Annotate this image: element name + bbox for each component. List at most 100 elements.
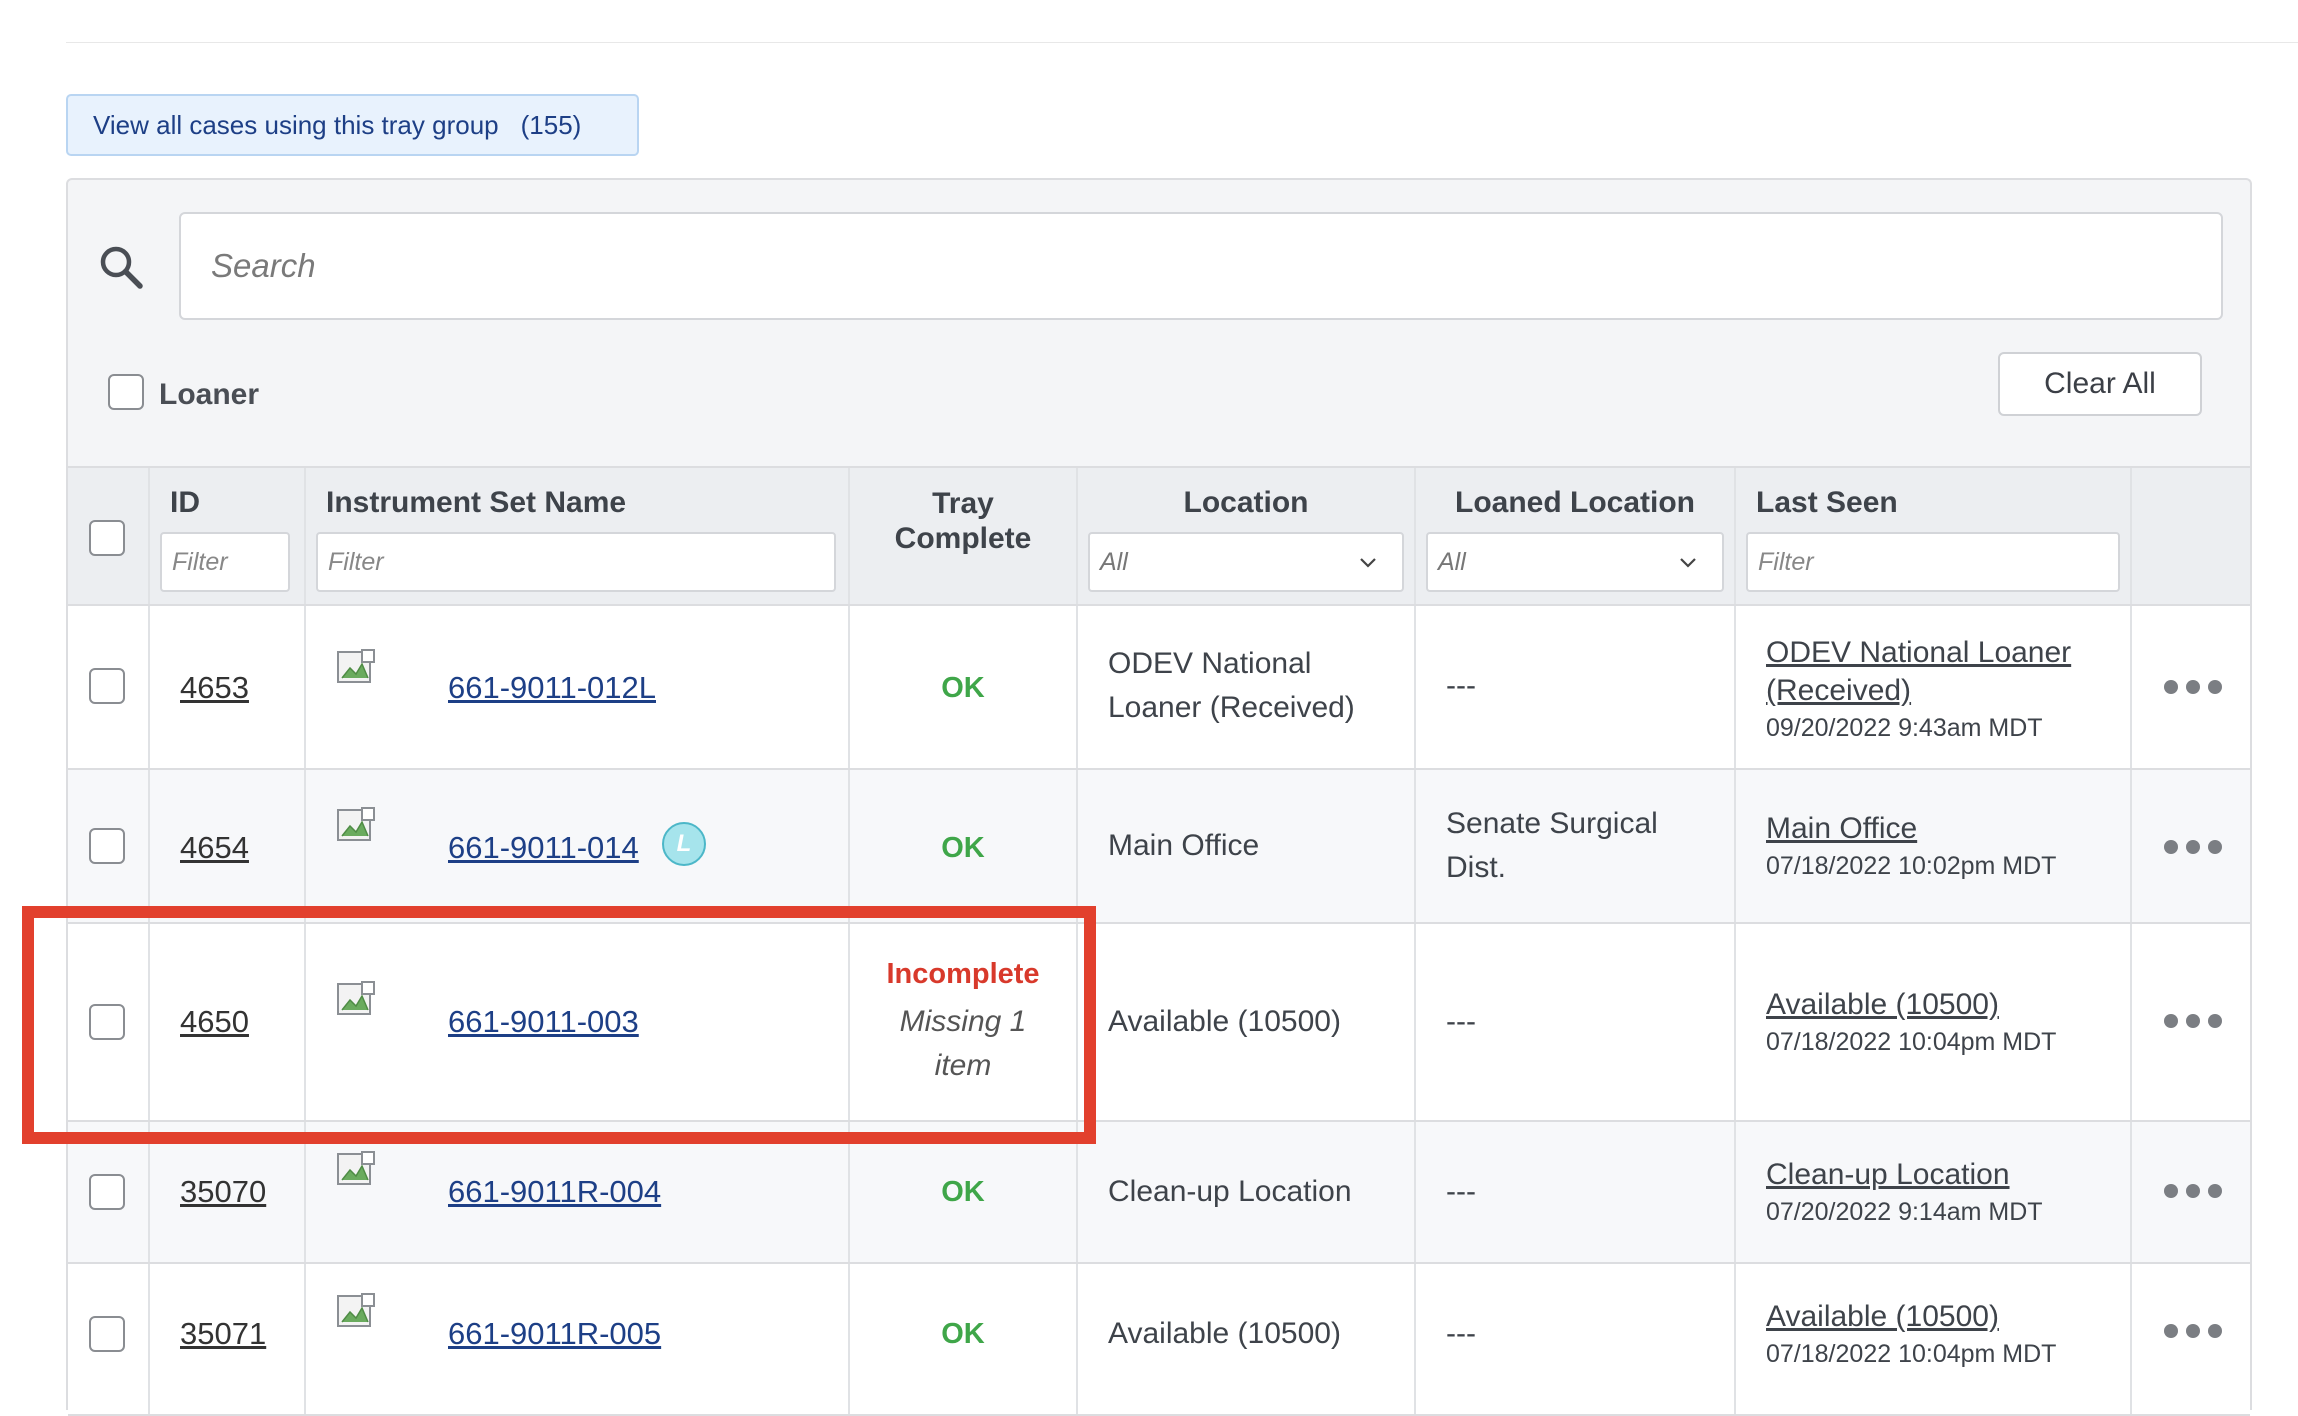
table-row[interactable]: 4653 661-9011-012L OK ODEV National Loan… (68, 606, 2250, 770)
location-text: Available (10500) (1108, 1005, 1341, 1038)
select-all-checkbox[interactable] (89, 520, 125, 556)
loaned-location-text: --- (1446, 1317, 1476, 1350)
table-row[interactable]: 35071 661-9011R-005 OK Available (10500)… (68, 1264, 2250, 1416)
last-seen-filter-input[interactable] (1746, 532, 2120, 592)
location-text: Clean-up Location (1108, 1175, 1352, 1208)
row-checkbox[interactable] (89, 668, 125, 704)
column-header-tray-complete[interactable]: Tray Complete (850, 486, 1076, 556)
row-id-link[interactable]: 4654 (180, 830, 249, 866)
search-input[interactable] (179, 212, 2223, 320)
instrument-set-link[interactable]: 661-9011R-005 (448, 1316, 661, 1352)
top-divider (66, 42, 2298, 43)
loaner-badge: L (662, 822, 706, 866)
header-name: Instrument Set Name (306, 468, 850, 604)
more-horizontal-icon[interactable] (2164, 680, 2222, 694)
row-checkbox[interactable] (89, 1174, 125, 1210)
instrument-set-link[interactable]: 661-9011-003 (448, 1004, 639, 1040)
last-seen-line: Main Office (1766, 812, 1918, 845)
tray-missing-line: Missing 1 (899, 1005, 1027, 1038)
row-checkbox[interactable] (89, 1004, 125, 1040)
column-header-tray-line2: Complete (894, 522, 1032, 555)
last-seen-location-link[interactable]: Main Office (1766, 810, 1917, 848)
column-header-last-seen[interactable]: Last Seen (1756, 486, 1898, 520)
column-header-loaned-location[interactable]: Loaned Location (1416, 486, 1734, 520)
instrument-set-table-panel: Loaner Clear All ID Instrument Set Name … (66, 178, 2252, 1416)
more-horizontal-icon[interactable] (2164, 840, 2222, 854)
loaner-checkbox-label: Loaner (159, 378, 260, 411)
last-seen-line: Clean-up Location (1766, 1158, 2010, 1191)
broken-image-icon (337, 981, 375, 1015)
id-filter-input[interactable] (160, 532, 290, 592)
loaned-location-line: Senate Surgical (1446, 807, 1658, 840)
instrument-set-link[interactable]: 661-9011R-004 (448, 1174, 661, 1210)
more-horizontal-icon[interactable] (2164, 1184, 2222, 1198)
location-text: ODEV National Loaner (Received) (1108, 642, 1355, 730)
location-line: Loaner (Received) (1108, 691, 1355, 724)
table-header: ID Instrument Set Name Tray Complete Loc… (68, 468, 2250, 606)
last-seen-line: (Received) (1766, 674, 1912, 707)
column-header-id[interactable]: ID (170, 486, 200, 520)
table-row[interactable]: 35070 661-9011R-004 OK Clean-up Location… (68, 1122, 2250, 1264)
tray-missing-note: Missing 1 item (850, 1000, 1076, 1088)
loaned-location-text: --- (1446, 1175, 1476, 1208)
name-filter-input[interactable] (316, 532, 836, 592)
loaned-location-filter-value: All (1438, 547, 1466, 576)
row-checkbox[interactable] (89, 1316, 125, 1352)
table-row[interactable]: 4654 661-9011-014 L OK Main Office Senat… (68, 770, 2250, 924)
last-seen-location-link[interactable]: ODEV National Loaner (Received) (1766, 634, 2071, 710)
instrument-set-table: ID Instrument Set Name Tray Complete Loc… (68, 466, 2250, 1416)
instrument-set-link[interactable]: 661-9011-014 (448, 830, 639, 866)
location-line: ODEV National (1108, 647, 1312, 680)
last-seen-location-link[interactable]: Clean-up Location (1766, 1156, 2010, 1194)
header-tray-complete: Tray Complete (850, 468, 1078, 604)
header-last-seen: Last Seen (1736, 468, 2132, 604)
chevron-down-icon (1680, 558, 1696, 568)
broken-image-icon (337, 1293, 375, 1327)
location-text: Main Office (1108, 829, 1260, 862)
row-id-link[interactable]: 35070 (180, 1174, 266, 1210)
row-checkbox[interactable] (89, 828, 125, 864)
view-all-cases-button[interactable]: View all cases using this tray group (15… (66, 94, 639, 156)
tray-status: OK (941, 1176, 985, 1208)
location-text: Available (10500) (1108, 1317, 1341, 1350)
loaned-location-text: --- (1446, 1005, 1476, 1038)
location-filter-select[interactable]: All (1088, 532, 1404, 592)
loaned-location-text: Senate Surgical Dist. (1446, 802, 1658, 890)
column-header-tray-line1: Tray (932, 487, 994, 520)
clear-all-button[interactable]: Clear All (1998, 352, 2202, 416)
last-seen-time: 07/18/2022 10:04pm MDT (1766, 1340, 2057, 1368)
tray-status: OK (941, 672, 985, 704)
loaned-location-line: Dist. (1446, 851, 1506, 884)
row-id-link[interactable]: 35071 (180, 1316, 266, 1352)
last-seen-location-link[interactable]: Available (10500) (1766, 986, 1999, 1024)
loaned-location-filter-select[interactable]: All (1426, 532, 1724, 592)
loaner-checkbox[interactable] (108, 374, 144, 410)
more-horizontal-icon[interactable] (2164, 1014, 2222, 1028)
tray-status: OK (941, 1318, 985, 1350)
view-all-cases-label: View all cases using this tray group (93, 109, 499, 140)
broken-image-icon (337, 807, 375, 841)
search-icon (100, 246, 143, 289)
more-horizontal-icon[interactable] (2164, 1324, 2222, 1338)
last-seen-location-link[interactable]: Available (10500) (1766, 1298, 1999, 1336)
tray-status: OK (941, 832, 985, 864)
last-seen-time: 07/18/2022 10:02pm MDT (1766, 852, 2057, 880)
tray-status: Incomplete (886, 958, 1040, 990)
last-seen-time: 07/18/2022 10:04pm MDT (1766, 1028, 2057, 1056)
instrument-set-link[interactable]: 661-9011-012L (448, 670, 656, 706)
last-seen-time: 07/20/2022 9:14am MDT (1766, 1198, 2043, 1226)
header-loaned-location: Loaned Location All (1416, 468, 1736, 604)
chevron-down-icon (1360, 558, 1376, 568)
column-header-instrument-set-name[interactable]: Instrument Set Name (326, 486, 626, 520)
view-all-cases-count: (155) (520, 109, 582, 140)
last-seen-line: Available (10500) (1766, 1300, 1999, 1333)
tray-missing-line: item (934, 1049, 992, 1082)
broken-image-icon (337, 649, 375, 683)
last-seen-line: Available (10500) (1766, 988, 1999, 1021)
loaned-location-text: --- (1446, 669, 1476, 702)
column-header-location[interactable]: Location (1078, 486, 1414, 520)
table-row[interactable]: 4650 661-9011-003 Incomplete Missing 1 i… (68, 924, 2250, 1122)
row-id-link[interactable]: 4650 (180, 1004, 249, 1040)
broken-image-icon (337, 1151, 375, 1185)
row-id-link[interactable]: 4653 (180, 670, 249, 706)
